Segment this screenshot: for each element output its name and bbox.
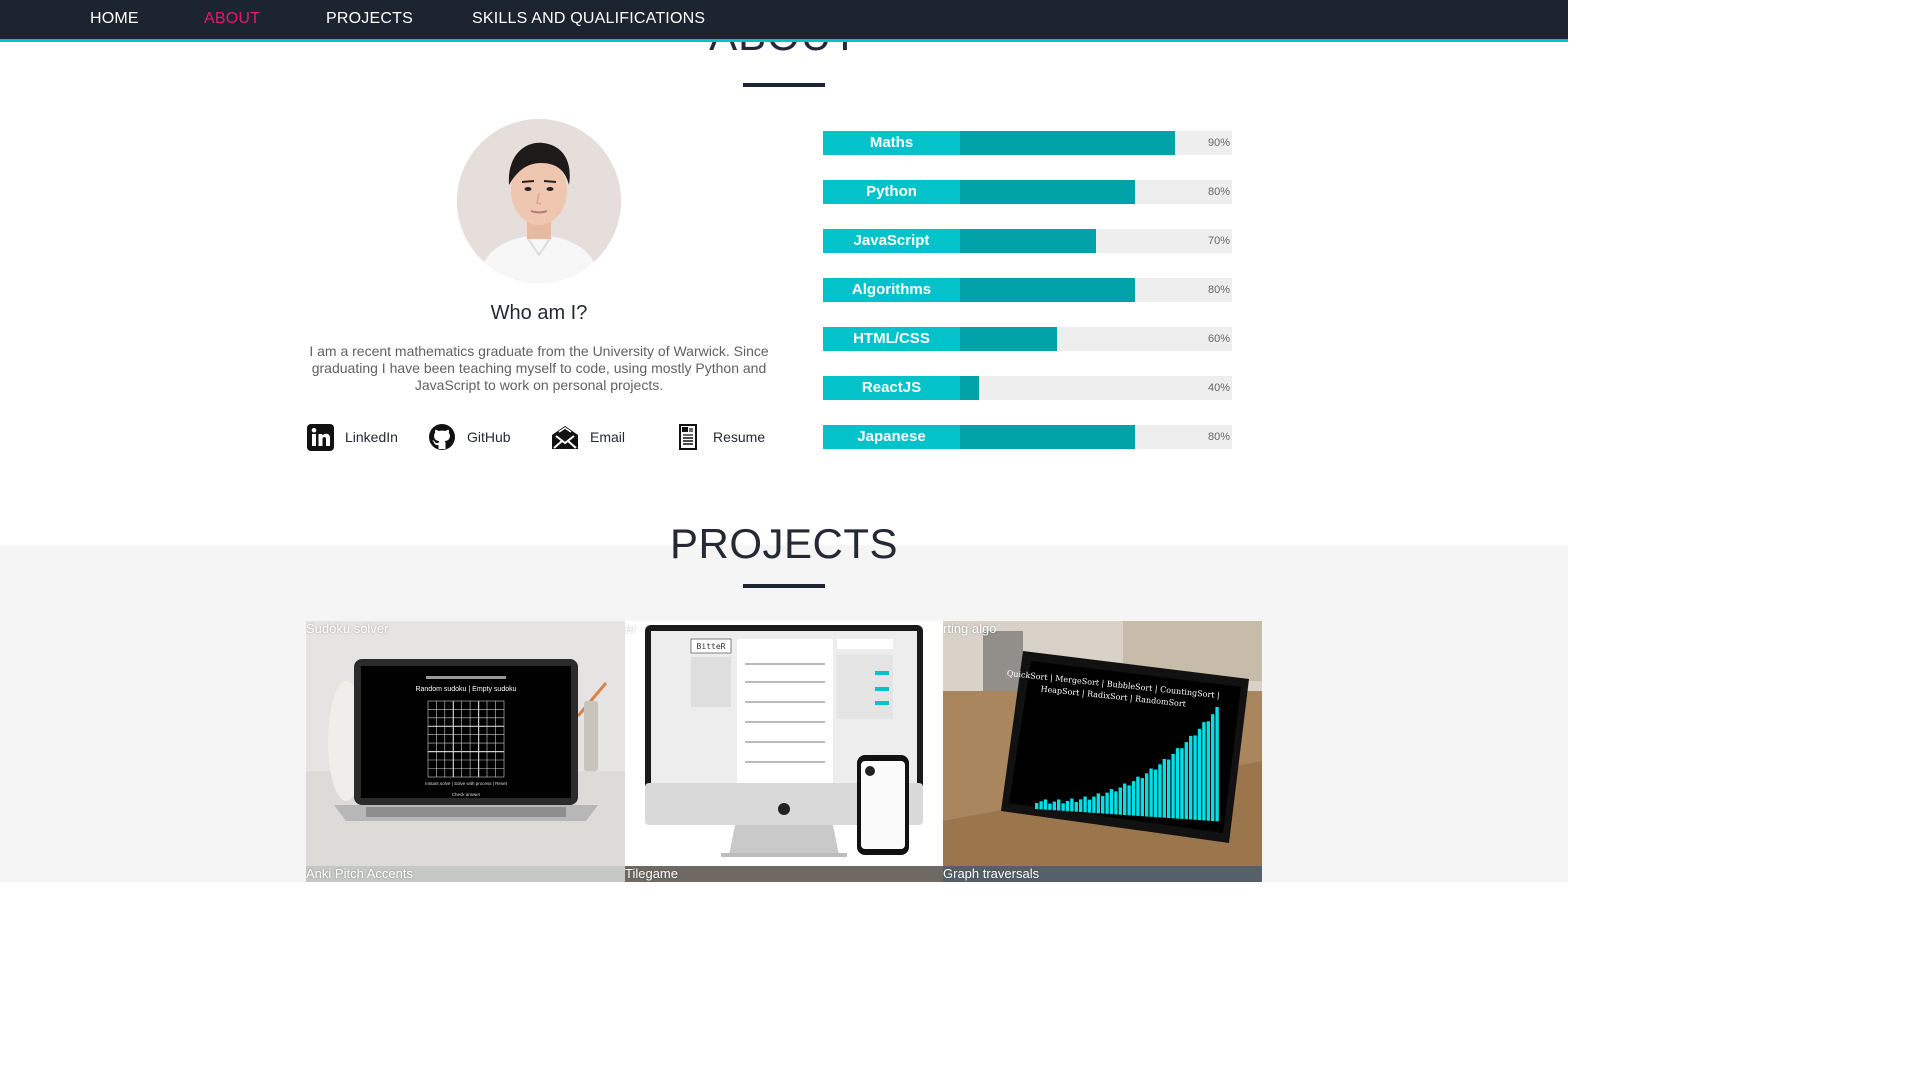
- skill-name: JavaScript: [823, 229, 960, 253]
- nav-projects-link[interactable]: PROJECTS: [326, 10, 413, 28]
- linkedin-icon: [306, 423, 334, 451]
- about-title-underline: [743, 83, 825, 87]
- project-caption: er: [625, 621, 637, 636]
- sorting-tablet-image: QuickSort | MergeSort | BubbleSort | Cou…: [943, 621, 1262, 866]
- email-link[interactable]: Email: [551, 422, 625, 452]
- project-caption: Sudoku solver: [306, 621, 389, 636]
- skill-percent: 70%: [1207, 235, 1230, 247]
- project-tile-sudoku[interactable]: Random sudoku | Empty sudoku Instant sol…: [306, 621, 625, 866]
- skill-bar: Japanese 80%: [823, 425, 1232, 449]
- skill-percent: 40%: [1207, 382, 1230, 394]
- projects-title-underline: [743, 584, 825, 588]
- skill-bar: Algorithms 80%: [823, 278, 1232, 302]
- nav-skills-link[interactable]: SKILLS AND QUALIFICATIONS: [472, 10, 705, 28]
- linkedin-label: LinkedIn: [345, 429, 398, 445]
- skill-percent: 80%: [1207, 284, 1230, 296]
- skill-bar: ReactJS 40%: [823, 376, 1232, 400]
- linkedin-link[interactable]: LinkedIn: [306, 422, 398, 452]
- sudoku-laptop-image: Random sudoku | Empty sudoku Instant sol…: [306, 621, 625, 866]
- skill-percent: 60%: [1207, 333, 1230, 345]
- about-heading: Who am I?: [490, 302, 588, 324]
- project-caption: rting algo: [943, 621, 997, 636]
- profile-photo: [457, 119, 621, 283]
- bitter-imac-image: BitteR: [625, 621, 943, 866]
- email-label: Email: [590, 429, 626, 445]
- resume-icon: [674, 423, 702, 451]
- nav-about-link[interactable]: ABOUT: [204, 10, 260, 28]
- skill-bar: JavaScript 70%: [823, 229, 1232, 253]
- sudoku-screen-heading: Random sudoku | Empty sudoku: [415, 686, 516, 693]
- project-tile-tilegame[interactable]: Tilegame: [625, 866, 943, 882]
- skill-bar: Maths 90%: [823, 131, 1232, 155]
- project-tile-anki[interactable]: Anki Pitch Accents: [306, 866, 625, 882]
- github-link[interactable]: GitHub: [428, 422, 511, 452]
- skill-name: Japanese: [823, 425, 960, 449]
- project-tile-sorting[interactable]: QuickSort | MergeSort | BubbleSort | Cou…: [943, 621, 1262, 866]
- skill-bar: HTML/CSS 60%: [823, 327, 1232, 351]
- bitter-logo: BitteR: [697, 642, 726, 651]
- skill-percent: 80%: [1207, 186, 1230, 198]
- skill-bar: Python 80%: [823, 180, 1232, 204]
- email-icon: [551, 423, 579, 451]
- top-navbar: HOME ABOUT PROJECTS SKILLS AND QUALIFICA…: [0, 0, 1568, 42]
- skill-name: ReactJS: [823, 376, 960, 400]
- project-caption: Graph traversals: [943, 866, 1040, 881]
- about-bio: I am a recent mathematics graduate from …: [309, 343, 769, 393]
- github-label: GitHub: [467, 429, 511, 445]
- skill-name: Algorithms: [823, 278, 960, 302]
- skill-name: HTML/CSS: [823, 327, 960, 351]
- sudoku-screen-check: Check answer: [452, 792, 481, 797]
- resume-link[interactable]: Resume: [674, 422, 765, 452]
- project-tile-bitter[interactable]: BitteR er: [625, 621, 943, 866]
- project-tile-graph[interactable]: Graph traversals: [943, 866, 1262, 882]
- project-caption: Tilegame: [625, 866, 678, 881]
- skill-name: Maths: [823, 131, 960, 155]
- project-caption: Anki Pitch Accents: [306, 866, 413, 881]
- skill-percent: 80%: [1207, 431, 1230, 443]
- projects-section-title: PROJECTS: [669, 520, 899, 567]
- nav-home-link[interactable]: HOME: [90, 10, 139, 28]
- sudoku-screen-controls: Instant solve | Solve with process | Res…: [425, 781, 508, 786]
- skill-name: Python: [823, 180, 960, 204]
- resume-label: Resume: [713, 429, 766, 445]
- github-icon: [428, 423, 456, 451]
- skill-percent: 90%: [1207, 137, 1230, 149]
